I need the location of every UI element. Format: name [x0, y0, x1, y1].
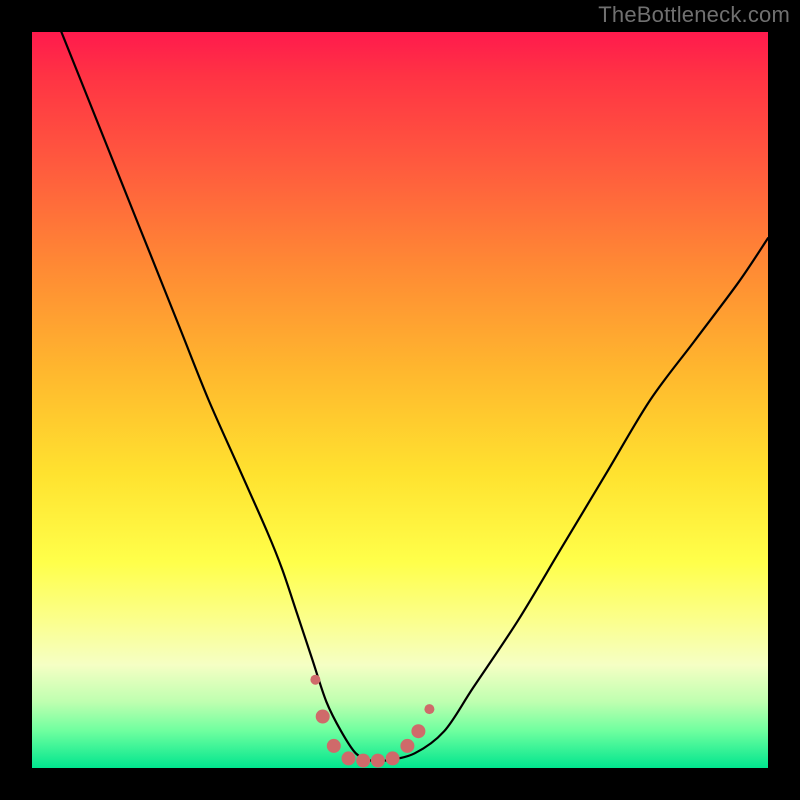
chart-stage: TheBottleneck.com [0, 0, 800, 800]
chart-svg [32, 32, 768, 768]
valley-marker [411, 724, 425, 738]
plot-area [32, 32, 768, 768]
valley-marker [316, 710, 330, 724]
valley-marker [424, 704, 434, 714]
bottleneck-curve [61, 32, 768, 762]
valley-marker [327, 739, 341, 753]
valley-marker [371, 754, 385, 768]
valley-marker [310, 675, 320, 685]
valley-marker [400, 739, 414, 753]
valley-marker [386, 751, 400, 765]
watermark-label: TheBottleneck.com [598, 2, 790, 28]
valley-marker [356, 754, 370, 768]
valley-marker [342, 751, 356, 765]
